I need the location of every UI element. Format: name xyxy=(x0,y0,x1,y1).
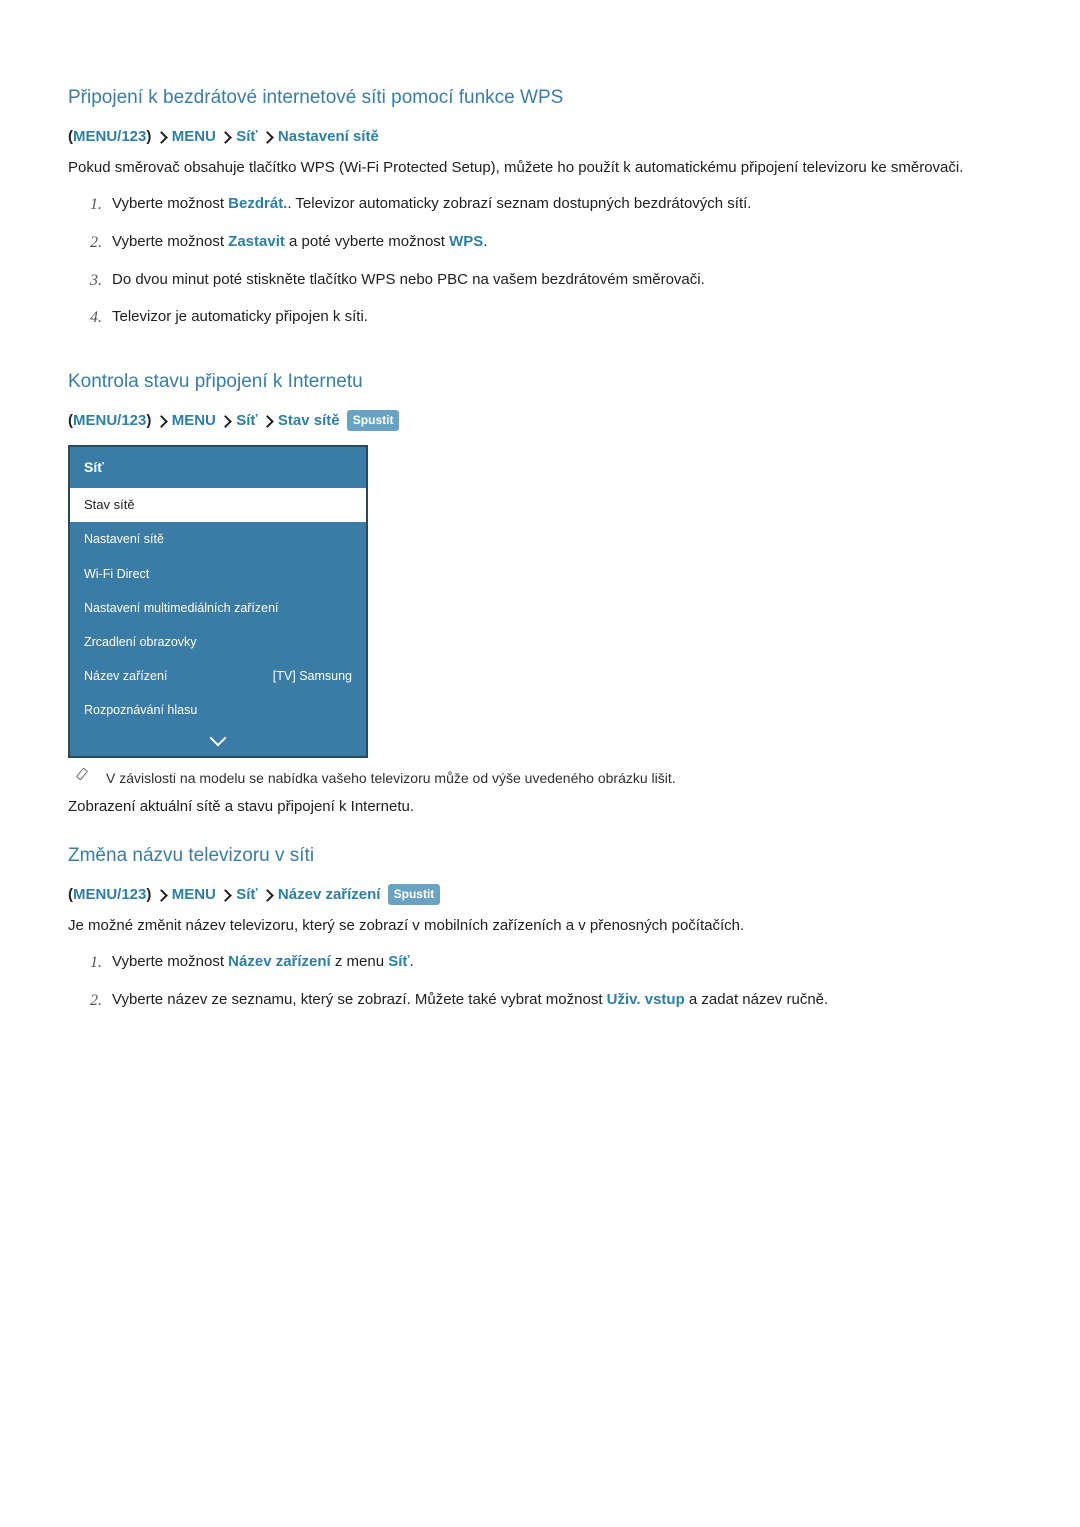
inline-link: Uživ. vstup xyxy=(607,991,685,1008)
step-text: Vyberte možnost xyxy=(112,953,228,970)
step-number: 2. xyxy=(90,989,102,1012)
step-text: Do dvou minut poté stiskněte tlačítko WP… xyxy=(112,271,705,288)
section-title-status: Kontrola stavu připojení k Internetu xyxy=(68,368,1012,396)
menu-item-label: Wi-Fi Direct xyxy=(84,565,149,583)
chevron-right-icon xyxy=(220,415,232,427)
chevron-right-icon xyxy=(156,415,168,427)
inline-link: Bezdrát. xyxy=(228,195,287,212)
step-number: 3. xyxy=(90,269,102,292)
chevron-right-icon xyxy=(156,131,168,143)
menu-item-label: Nastavení sítě xyxy=(84,530,164,548)
chevron-right-icon xyxy=(220,131,232,143)
paren-close: ) xyxy=(146,128,151,145)
breadcrumb-part: Název zařízení xyxy=(278,886,381,903)
chevron-right-icon xyxy=(262,415,274,427)
step-item: 1. Vyberte možnost Název zařízení z menu… xyxy=(90,951,1012,989)
breadcrumb-status: (MENU/123) MENU Síť Stav sítě Spustit xyxy=(68,410,1012,432)
intro-text-rename: Je možné změnit název televizoru, který … xyxy=(68,915,1012,937)
step-item: 1. Vyberte možnost Bezdrát.. Televizor a… xyxy=(90,193,1012,231)
breadcrumb-rename: (MENU/123) MENU Síť Název zařízení Spust… xyxy=(68,884,1012,906)
breadcrumb-button: MENU/123 xyxy=(73,128,146,145)
inline-link: WPS xyxy=(449,233,483,250)
run-tag: Spustit xyxy=(347,410,400,431)
steps-list-wps: 1. Vyberte možnost Bezdrát.. Televizor a… xyxy=(68,193,1012,344)
paren-close: ) xyxy=(146,886,151,903)
menu-scroll-down xyxy=(70,727,366,756)
step-item: 3. Do dvou minut poté stiskněte tlačítko… xyxy=(90,269,1012,307)
intro-text-wps: Pokud směrovač obsahuje tlačítko WPS (Wi… xyxy=(68,157,1012,179)
note: V závislosti na modelu se nabídka vašeho… xyxy=(76,768,1012,788)
chevron-right-icon xyxy=(220,889,232,901)
step-item: 2. Vyberte název ze seznamu, který se zo… xyxy=(90,989,1012,1027)
step-text: . xyxy=(483,233,487,250)
breadcrumb-part: Síť xyxy=(236,128,257,145)
step-text: Televizor je automaticky připojen k síti… xyxy=(112,308,368,325)
breadcrumb-part: Síť xyxy=(236,886,257,903)
inline-link: Zastavit xyxy=(228,233,285,250)
inline-link: Název zařízení xyxy=(228,953,331,970)
step-number: 1. xyxy=(90,951,102,974)
inline-link: Síť xyxy=(388,953,409,970)
menu-item: Nastavení multimediálních zařízení xyxy=(70,591,366,625)
chevron-right-icon xyxy=(262,889,274,901)
menu-item: Wi-Fi Direct xyxy=(70,557,366,591)
menu-item-active: Stav sítě xyxy=(70,488,366,523)
run-tag: Spustit xyxy=(388,884,441,905)
step-text: z menu xyxy=(331,953,389,970)
step-text: . Televizor automaticky zobrazí seznam d… xyxy=(287,195,751,212)
menu-title: Síť xyxy=(70,447,366,487)
breadcrumb-part: MENU xyxy=(172,886,216,903)
breadcrumb-part: MENU xyxy=(172,412,216,429)
chevron-right-icon xyxy=(262,131,274,143)
step-text: . xyxy=(410,953,414,970)
section-title-rename: Změna názvu televizoru v síti xyxy=(68,842,1012,870)
step-number: 2. xyxy=(90,231,102,254)
step-number: 1. xyxy=(90,193,102,216)
step-item: 4. Televizor je automaticky připojen k s… xyxy=(90,306,1012,344)
paren-close: ) xyxy=(146,412,151,429)
menu-item-value: [TV] Samsung xyxy=(273,667,352,685)
step-text: Vyberte možnost xyxy=(112,195,228,212)
chevron-down-icon xyxy=(210,730,227,747)
menu-item: Nastavení sítě xyxy=(70,522,366,556)
step-text: a poté vyberte možnost xyxy=(285,233,449,250)
menu-item-label: Rozpoznávání hlasu xyxy=(84,701,197,719)
section-title-wps: Připojení k bezdrátové internetové síti … xyxy=(68,84,1012,112)
step-item: 2. Vyberte možnost Zastavit a poté vyber… xyxy=(90,231,1012,269)
menu-item-label: Zrcadlení obrazovky xyxy=(84,633,197,651)
breadcrumb-part: MENU xyxy=(172,128,216,145)
breadcrumb-button: MENU/123 xyxy=(73,412,146,429)
step-text: Vyberte možnost xyxy=(112,233,228,250)
tv-menu-mock: Síť Stav sítě Nastavení sítě Wi-Fi Direc… xyxy=(68,445,368,758)
menu-item-label: Nastavení multimediálních zařízení xyxy=(84,599,279,617)
menu-item-label: Název zařízení xyxy=(84,667,167,685)
step-text: a zadat název ručně. xyxy=(685,991,828,1008)
menu-item: Název zařízení [TV] Samsung xyxy=(70,659,366,693)
menu-item: Rozpoznávání hlasu xyxy=(70,693,366,727)
breadcrumb-button: MENU/123 xyxy=(73,886,146,903)
menu-item: Zrcadlení obrazovky xyxy=(70,625,366,659)
body-text-status: Zobrazení aktuální sítě a stavu připojen… xyxy=(68,796,1012,818)
steps-list-rename: 1. Vyberte možnost Název zařízení z menu… xyxy=(68,951,1012,1027)
breadcrumb-part: Nastavení sítě xyxy=(278,128,379,145)
note-text: V závislosti na modelu se nabídka vašeho… xyxy=(106,768,676,788)
breadcrumb-part: Síť xyxy=(236,412,257,429)
pencil-icon xyxy=(76,768,90,782)
breadcrumb-part: Stav sítě xyxy=(278,412,340,429)
step-text: Vyberte název ze seznamu, který se zobra… xyxy=(112,991,607,1008)
breadcrumb-wps: (MENU/123) MENU Síť Nastavení sítě xyxy=(68,126,1012,148)
chevron-right-icon xyxy=(156,889,168,901)
step-number: 4. xyxy=(90,306,102,329)
